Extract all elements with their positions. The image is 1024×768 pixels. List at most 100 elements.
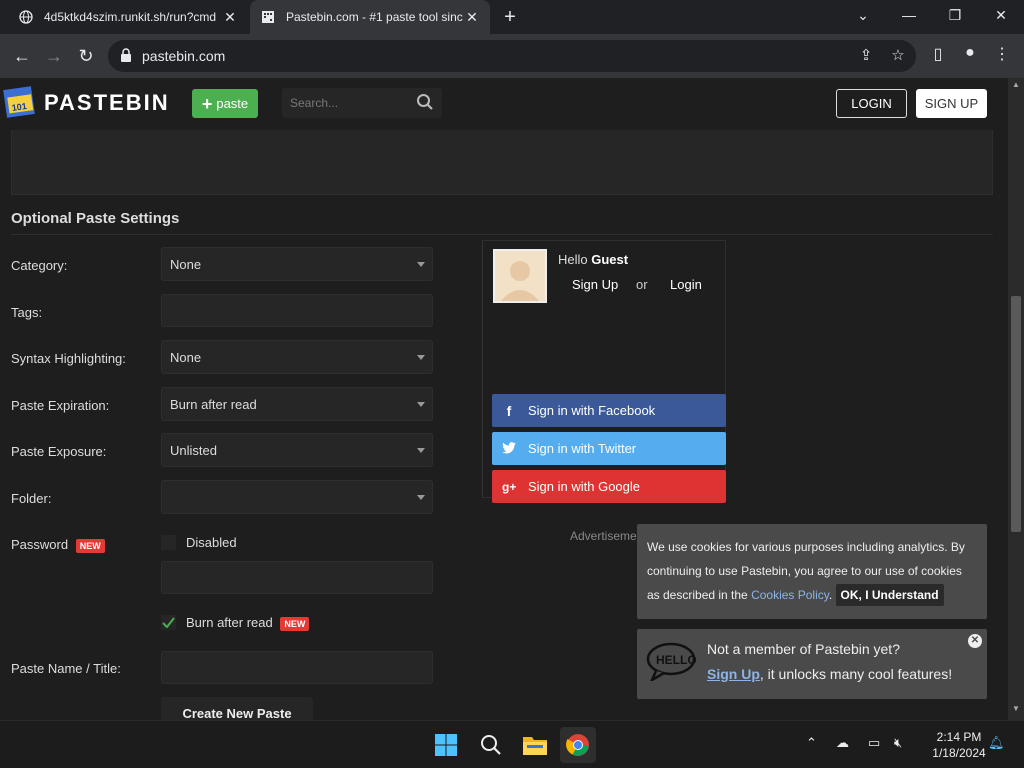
profile-icon[interactable]: ● [958, 44, 982, 68]
clock-date: 1/18/2024 [932, 746, 986, 760]
password-label: Password [11, 537, 69, 552]
caret-down-icon [417, 355, 425, 360]
notification-bell-icon[interactable]: 🔔︎ [988, 735, 1005, 751]
close-icon[interactable]: ✕ [968, 634, 982, 648]
back-button[interactable]: ← [8, 42, 36, 70]
burn-label: Burn after read [186, 615, 273, 630]
avatar [493, 249, 547, 303]
url-text: pastebin.com [142, 48, 226, 64]
restore-button[interactable]: ❐ [932, 0, 978, 34]
exposure-select[interactable]: Unlisted [161, 433, 433, 467]
onedrive-icon[interactable]: ☁ [836, 735, 849, 751]
pastebin-page: 101 PASTEBIN + paste Search... LOGIN SIG… [0, 78, 1008, 720]
volume-muted-icon[interactable]: 🔇︎ [894, 735, 902, 751]
site-logo-text[interactable]: PASTEBIN [44, 90, 170, 116]
guest-signup-link[interactable]: Sign Up [572, 277, 618, 292]
browser-tab-pastebin[interactable]: Pastebin.com - #1 paste tool sinc ✕ [250, 0, 490, 34]
tags-label: Tags: [11, 305, 43, 320]
password-input[interactable] [161, 561, 433, 594]
globe-icon [18, 9, 34, 25]
paste-name-input[interactable] [161, 651, 433, 684]
member-signup-link[interactable]: Sign Up [707, 666, 760, 682]
clock-time: 2:14 PM [936, 730, 982, 744]
taskbar-search-icon[interactable] [473, 727, 509, 763]
folder-label: Folder: [11, 491, 52, 506]
expiration-select[interactable]: Burn after read [161, 387, 433, 421]
file-explorer-icon[interactable] [517, 727, 553, 763]
search-input[interactable]: Search... [282, 88, 442, 118]
category-label: Category: [11, 258, 68, 273]
google-signin-button[interactable]: g+ Sign in with Google [492, 470, 726, 503]
folder-select[interactable] [161, 480, 433, 514]
member-line2: , it unlocks many cool features! [759, 666, 953, 682]
member-line2-row: Sign Up, it unlocks many cool features! [707, 666, 952, 682]
paste-button-label: paste [216, 96, 249, 111]
or-text: or [636, 277, 648, 292]
close-tab-icon[interactable]: ✕ [464, 9, 480, 26]
divider [11, 234, 993, 235]
address-bar[interactable]: pastebin.com ⇪ ☆ [108, 40, 916, 72]
network-icon[interactable]: ▭ [868, 735, 880, 751]
cookie-notice: We use cookies for various purposes incl… [637, 524, 987, 619]
bookmark-star-icon[interactable]: ☆ [888, 46, 908, 66]
pastebin-logo-icon[interactable]: 101 [3, 82, 39, 120]
paste-textarea[interactable] [11, 130, 993, 195]
lock-icon [120, 48, 134, 64]
cookie-ok-button[interactable]: OK, I Understand [835, 584, 944, 606]
share-icon[interactable]: ⇪ [856, 46, 876, 66]
minimize-button[interactable]: — [886, 0, 932, 34]
caret-down-icon [417, 402, 425, 407]
windows-start-icon[interactable] [428, 727, 464, 763]
exposure-label: Paste Exposure: [11, 444, 107, 459]
settings-title: Optional Paste Settings [11, 210, 180, 227]
burn-checkbox[interactable] [161, 615, 176, 631]
burn-after-read-toggle[interactable]: Burn after read NEW [161, 615, 310, 631]
windows-taskbar: ⌃ ☁ ▭ 🔇︎ 2:14 PM 1/18/2024 🔔︎ [0, 720, 1024, 768]
reload-button[interactable]: ↻ [72, 42, 100, 70]
browser-tab-runkit[interactable]: 4d5ktkd4szim.runkit.sh/run?cmd ✕ [8, 0, 248, 34]
plus-icon: + [201, 93, 213, 114]
facebook-signin-button[interactable]: f Sign in with Facebook [492, 394, 726, 427]
caret-down-icon [417, 448, 425, 453]
new-paste-button[interactable]: + paste [192, 89, 258, 118]
twitter-icon [502, 441, 516, 457]
password-checkbox[interactable] [161, 535, 176, 550]
new-tab-button[interactable]: + [498, 5, 522, 29]
chrome-icon[interactable] [560, 727, 596, 763]
page-scrollbar[interactable]: ▲ ▼ [1008, 78, 1024, 720]
menu-kebab-icon[interactable]: ⋮ [990, 44, 1014, 68]
login-button[interactable]: LOGIN [836, 89, 907, 118]
facebook-icon: f [506, 402, 512, 419]
search-icon[interactable] [416, 93, 434, 111]
forward-button[interactable]: → [40, 42, 68, 70]
google-plus-icon: g+ [502, 479, 517, 494]
category-select[interactable]: None [161, 247, 433, 281]
cookies-policy-link[interactable]: Cookies Policy [751, 588, 829, 602]
tab-search-chevron-icon[interactable]: ⌄ [840, 0, 886, 34]
system-clock[interactable]: 2:14 PM 1/18/2024 [920, 729, 998, 761]
paste-name-label: Paste Name / Title: [11, 661, 121, 676]
password-toggle[interactable]: Disabled [161, 535, 237, 550]
exposure-value: Unlisted [170, 443, 217, 458]
create-paste-button[interactable]: Create New Paste [161, 697, 313, 720]
tray-chevron-up-icon[interactable]: ⌃ [806, 735, 817, 751]
scroll-down-arrow-icon[interactable]: ▼ [1008, 704, 1024, 718]
tags-input[interactable] [161, 294, 433, 327]
site-header: 101 PASTEBIN + paste Search... LOGIN SIG… [0, 78, 1008, 130]
advertisement-label: Advertisement [570, 529, 647, 543]
hello-text: Hello [558, 252, 588, 267]
twitter-signin-button[interactable]: Sign in with Twitter [492, 432, 726, 465]
close-tab-icon[interactable]: ✕ [222, 9, 238, 26]
scroll-up-arrow-icon[interactable]: ▲ [1008, 80, 1024, 94]
side-panel-icon[interactable]: ▯ [926, 44, 950, 68]
tab-title: Pastebin.com - #1 paste tool sinc [286, 10, 463, 24]
guest-login-link[interactable]: Login [670, 277, 702, 292]
syntax-select[interactable]: None [161, 340, 433, 374]
new-badge: NEW [280, 616, 310, 631]
signup-button[interactable]: SIGN UP [916, 89, 987, 118]
twitter-label: Sign in with Twitter [528, 441, 637, 456]
scrollbar-thumb[interactable] [1011, 296, 1021, 532]
expiration-value: Burn after read [170, 397, 257, 412]
close-window-button[interactable]: ✕ [978, 0, 1024, 34]
google-label: Sign in with Google [528, 479, 641, 494]
